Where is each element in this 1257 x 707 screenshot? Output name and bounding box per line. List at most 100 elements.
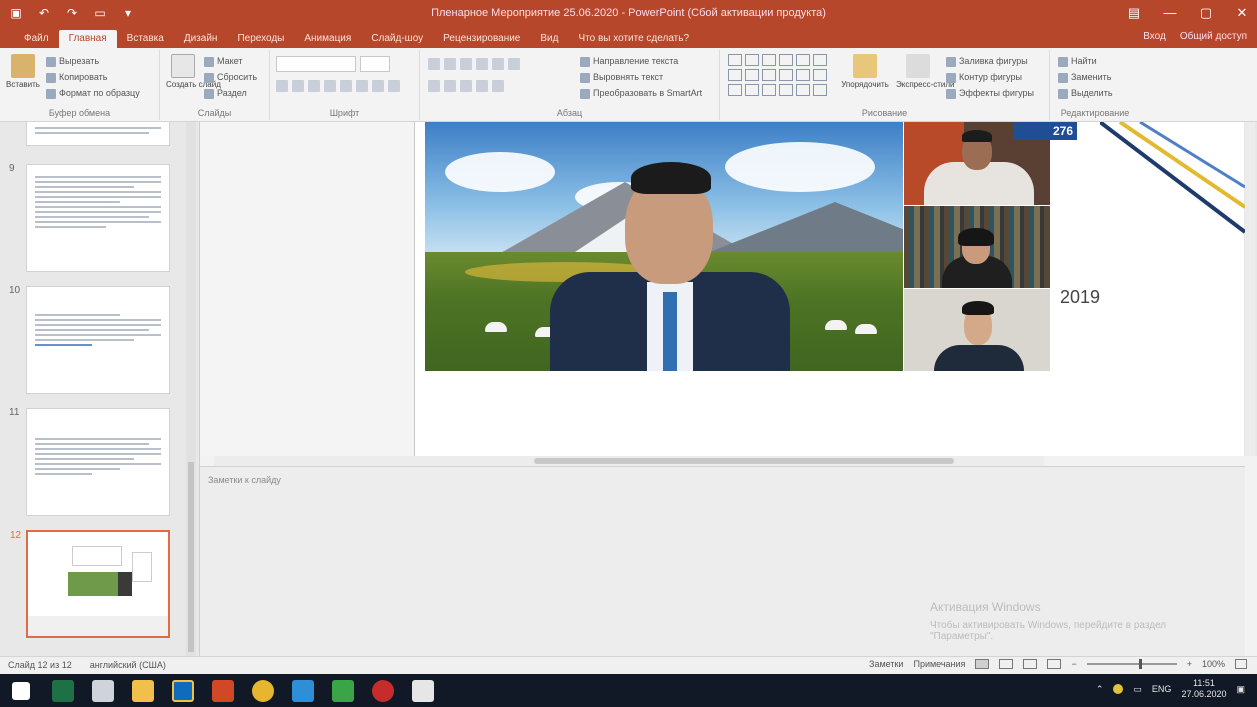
align-right-icon[interactable] [460, 80, 472, 92]
media-icon[interactable] [332, 680, 354, 702]
font-color-icon[interactable] [388, 80, 400, 92]
powerpoint-icon[interactable] [212, 680, 234, 702]
start-icon[interactable] [12, 682, 30, 700]
window-title: Пленарное Мероприятие 25.06.2020 - Power… [431, 7, 826, 19]
tab-animations[interactable]: Анимация [294, 30, 361, 48]
slide-thumbnail[interactable]: 11 [9, 407, 170, 516]
zoom-out-button[interactable]: − [1071, 659, 1076, 669]
font-group: Шрифт [270, 50, 420, 120]
indent-decrease-icon[interactable] [460, 58, 472, 70]
font-size-combo[interactable] [360, 56, 390, 72]
quick-styles-label: Экспресс-стили [896, 80, 955, 89]
tab-insert[interactable]: Вставка [117, 30, 174, 48]
opera-icon[interactable] [372, 680, 394, 702]
tell-me-search[interactable]: Что вы хотите сделать? [568, 30, 699, 48]
slide-thumbnail[interactable]: 9 [9, 163, 170, 272]
tab-view[interactable]: Вид [530, 30, 568, 48]
zoom-level[interactable]: 100% [1202, 659, 1225, 669]
arrange-button[interactable]: Упорядочить [840, 54, 890, 94]
quick-styles-button[interactable]: Экспресс-стили [896, 54, 955, 94]
align-text-button[interactable]: Выровнять текст [580, 72, 663, 83]
thumbnails-scrollbar[interactable] [186, 122, 196, 656]
find-button[interactable]: Найти [1058, 56, 1097, 67]
maximize-button[interactable]: ▢ [1197, 4, 1215, 22]
shape-outline-button[interactable]: Контур фигуры [946, 72, 1022, 83]
slide-horizontal-scrollbar[interactable] [214, 456, 1044, 466]
slide-thumbnail[interactable] [26, 122, 170, 146]
clipboard-group: Вставить Вырезать Копировать Формат по о… [0, 50, 160, 120]
distribute-icon[interactable] [492, 80, 504, 92]
shape-fill-button[interactable]: Заливка фигуры [946, 56, 1028, 67]
shapes-gallery[interactable] [728, 54, 827, 96]
case-icon[interactable] [372, 80, 384, 92]
reset-button[interactable]: Сбросить [204, 72, 257, 83]
reading-view-icon[interactable] [1023, 659, 1038, 669]
copy-button[interactable]: Копировать [46, 72, 107, 83]
comments-toggle[interactable]: Примечания [913, 659, 965, 669]
tab-home[interactable]: Главная [58, 30, 117, 48]
clock[interactable]: 11:51 27.06.2020 [1181, 678, 1226, 700]
chevron-up-icon[interactable]: ⌃ [1096, 684, 1104, 695]
replace-button[interactable]: Заменить [1058, 72, 1111, 83]
share-button[interactable]: Общий доступ [1180, 31, 1247, 42]
format-painter-button[interactable]: Формат по образцу [46, 88, 140, 99]
slide-vertical-scrollbar[interactable] [1245, 122, 1255, 456]
zoom-slider[interactable] [1086, 659, 1177, 669]
new-slide-button[interactable]: Создать слайд [166, 54, 221, 94]
strike-icon[interactable] [324, 80, 336, 92]
excel-icon[interactable] [52, 680, 74, 702]
ribbon-display-icon[interactable]: ▤ [1125, 4, 1143, 22]
align-center-icon[interactable] [444, 80, 456, 92]
minimize-button[interactable]: — [1161, 4, 1179, 22]
calculator-icon[interactable] [92, 680, 114, 702]
font-name-combo[interactable] [276, 56, 356, 72]
zoom-in-button[interactable]: + [1187, 659, 1192, 669]
keyboard-icon[interactable]: ▭ [1133, 684, 1142, 695]
shape-effects-button[interactable]: Эффекты фигуры [946, 88, 1034, 99]
smartart-button[interactable]: Преобразовать в SmartArt [580, 88, 702, 99]
network-icon[interactable] [1113, 684, 1124, 694]
section-button[interactable]: Раздел [204, 88, 247, 99]
underline-icon[interactable] [308, 80, 320, 92]
normal-view-icon[interactable] [975, 659, 990, 669]
numbering-icon[interactable] [444, 58, 456, 70]
slide-thumbnail[interactable]: 10 [9, 285, 170, 394]
indent-increase-icon[interactable] [476, 58, 488, 70]
slide-thumbnail-selected[interactable]: 12 [10, 530, 170, 638]
sign-in-link[interactable]: Вход [1143, 31, 1166, 42]
fit-slide-icon[interactable] [1235, 659, 1247, 669]
layout-button[interactable]: Макет [204, 56, 242, 67]
align-left-icon[interactable] [428, 80, 440, 92]
select-button[interactable]: Выделить [1058, 88, 1113, 99]
sorter-view-icon[interactable] [999, 659, 1014, 669]
tab-slideshow[interactable]: Слайд-шоу [361, 30, 433, 48]
tab-review[interactable]: Рецензирование [433, 30, 530, 48]
powerpoint-window: ▣ ↶ ↷ ▭ ▾ Пленарное Мероприятие 25.06.20… [0, 0, 1257, 707]
chrome-icon[interactable] [252, 680, 274, 702]
file-manager-icon[interactable] [292, 680, 314, 702]
justify-icon[interactable] [476, 80, 488, 92]
explorer-icon[interactable] [132, 680, 154, 702]
slide-number: 12 [10, 530, 22, 541]
slideshow-view-icon[interactable] [1047, 659, 1062, 669]
outlook-icon[interactable] [172, 680, 194, 702]
line-spacing-icon[interactable] [492, 58, 504, 70]
app-icon[interactable] [412, 680, 434, 702]
spacing-icon[interactable] [356, 80, 368, 92]
cut-button[interactable]: Вырезать [46, 56, 99, 67]
notifications-icon[interactable]: ▣ [1236, 684, 1245, 695]
italic-icon[interactable] [292, 80, 304, 92]
shadow-icon[interactable] [340, 80, 352, 92]
bold-icon[interactable] [276, 80, 288, 92]
input-language[interactable]: ENG [1152, 684, 1172, 694]
tab-design[interactable]: Дизайн [174, 30, 228, 48]
tab-transitions[interactable]: Переходы [227, 30, 294, 48]
notes-toggle[interactable]: Заметки [869, 659, 903, 669]
close-button[interactable]: ✕ [1233, 4, 1251, 22]
columns-icon[interactable] [508, 58, 520, 70]
text-direction-button[interactable]: Направление текста [580, 56, 678, 67]
paste-button[interactable]: Вставить [6, 54, 40, 94]
bullets-icon[interactable] [428, 58, 440, 70]
tab-file[interactable]: Файл [14, 30, 59, 48]
language-indicator[interactable]: английский (США) [90, 660, 166, 670]
